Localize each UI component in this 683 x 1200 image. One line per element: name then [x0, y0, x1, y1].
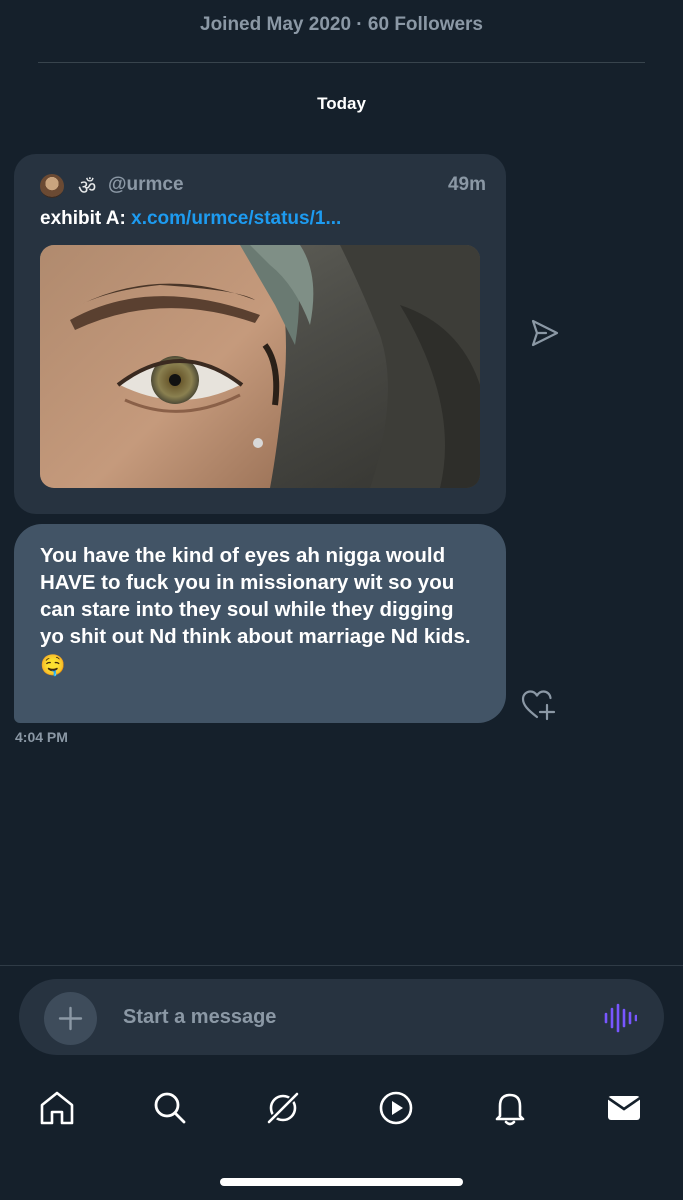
author-name-symbol: ॐ — [78, 175, 97, 199]
message-bubble[interactable]: You have the kind of eyes ah nigga would… — [14, 524, 506, 723]
message-timestamp: 4:04 PM — [15, 729, 68, 745]
heart-add-reaction-icon[interactable] — [520, 688, 556, 722]
grok-icon[interactable] — [263, 1088, 303, 1128]
author-handle[interactable]: @urmce — [108, 174, 184, 196]
message-emoji: 🤤 — [40, 654, 66, 677]
shared-post-text: exhibit A: x.com/urmce/status/1... — [40, 208, 480, 230]
post-link[interactable]: x.com/urmce/status/1... — [131, 208, 341, 229]
messages-icon[interactable] — [604, 1088, 644, 1128]
video-icon[interactable] — [376, 1088, 416, 1128]
shared-post-card[interactable]: ॐ @urmce 49m exhibit A: x.com/urmce/stat… — [14, 154, 506, 514]
add-media-button[interactable] — [44, 992, 97, 1045]
voice-message-icon[interactable] — [603, 1001, 637, 1035]
shared-post-header: ॐ @urmce 49m — [40, 174, 486, 199]
share-send-icon[interactable] — [530, 318, 560, 348]
eye-closeup-photo — [40, 245, 480, 488]
header-divider — [38, 62, 645, 63]
home-indicator — [220, 1178, 463, 1186]
notifications-icon[interactable] — [490, 1088, 530, 1128]
message-text: You have the kind of eyes ah nigga would… — [40, 542, 482, 679]
plus-icon — [58, 1006, 83, 1031]
profile-joined-info: Joined May 2020 · 60 Followers — [200, 14, 483, 35]
message-composer — [19, 979, 664, 1055]
home-icon[interactable] — [37, 1088, 77, 1128]
post-text-lead: exhibit A: — [40, 208, 132, 229]
post-time: 49m — [447, 174, 486, 195]
composer-divider — [0, 965, 683, 966]
author-avatar[interactable] — [40, 174, 64, 198]
post-photo[interactable] — [40, 245, 480, 488]
search-icon[interactable] — [150, 1088, 190, 1128]
bottom-navigation — [0, 1080, 683, 1136]
message-input[interactable] — [123, 999, 563, 1035]
date-separator: Today — [317, 94, 366, 113]
message-body: You have the kind of eyes ah nigga would… — [40, 544, 471, 648]
